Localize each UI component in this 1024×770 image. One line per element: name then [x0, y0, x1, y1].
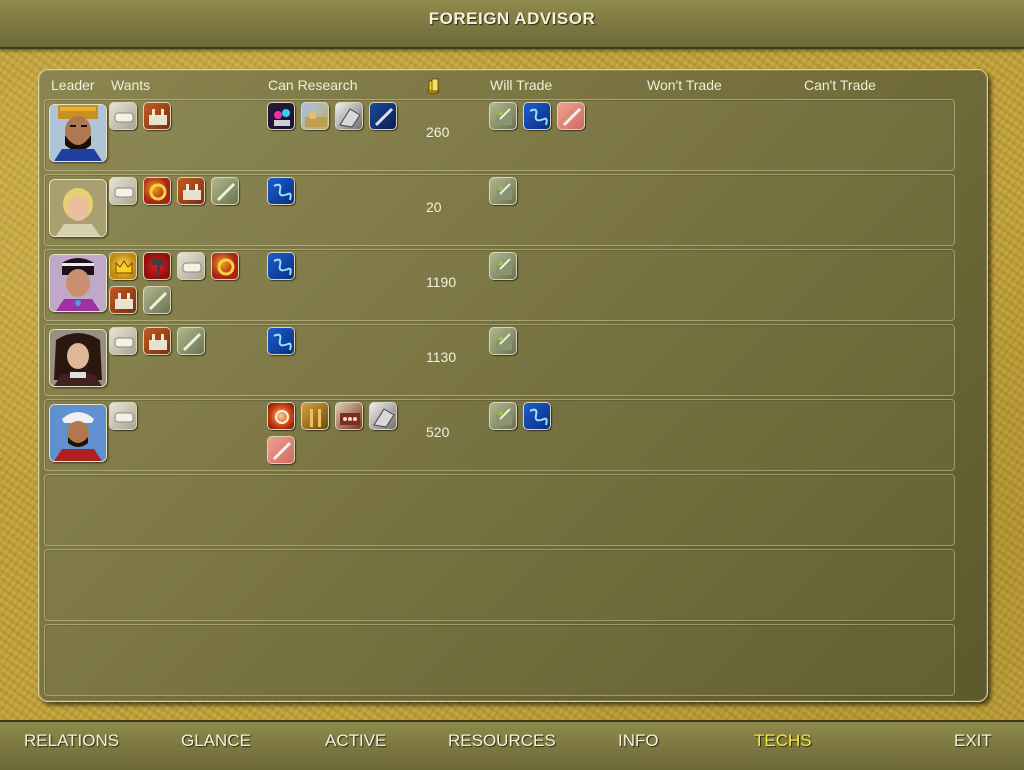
electricity-icon[interactable]: [267, 252, 295, 280]
nav-techs[interactable]: TECHS: [754, 731, 812, 751]
pottery-icon[interactable]: [489, 177, 517, 205]
foreign-advisor-panel: Leader Wants Can Research Will Trade Won…: [38, 69, 988, 702]
arab-leader-portrait[interactable]: [49, 404, 107, 462]
writing-icon[interactable]: [109, 102, 137, 130]
masonry-icon[interactable]: [143, 252, 171, 280]
writing-icon[interactable]: [109, 327, 137, 355]
civ-row[interactable]: 260: [44, 99, 955, 171]
electricity-icon[interactable]: [523, 402, 551, 430]
gold-amount: 1190: [426, 274, 457, 290]
title-bar: FOREIGN ADVISOR: [0, 0, 1024, 49]
mathematics-icon[interactable]: [369, 102, 397, 130]
writing-icon[interactable]: [177, 252, 205, 280]
mathematics-icon[interactable]: [211, 177, 239, 205]
nav-info[interactable]: INFO: [618, 731, 659, 751]
gold-amount: 1130: [426, 349, 457, 365]
medicine-icon[interactable]: [267, 436, 295, 464]
construction-icon[interactable]: [177, 177, 205, 205]
gold-coins-icon: [426, 78, 440, 94]
header-wont-trade: Won't Trade: [647, 77, 722, 93]
gold-amount: 260: [426, 124, 450, 140]
pottery-icon[interactable]: [489, 252, 517, 280]
header-will-trade: Will Trade: [490, 77, 553, 93]
bronze-working-icon[interactable]: [143, 177, 171, 205]
iron-working-icon[interactable]: [335, 102, 363, 130]
electricity-icon[interactable]: [523, 102, 551, 130]
pottery-icon[interactable]: [489, 327, 517, 355]
monarchy-icon[interactable]: [109, 252, 137, 280]
mill-icon[interactable]: [335, 402, 363, 430]
writing-icon[interactable]: [109, 177, 137, 205]
empty-row: [44, 474, 955, 546]
nav-relations[interactable]: RELATIONS: [24, 731, 119, 751]
gold-amount: 520: [426, 424, 450, 440]
construction-icon[interactable]: [109, 286, 137, 314]
civ-row[interactable]: 520: [44, 399, 955, 471]
construction-icon[interactable]: [143, 102, 171, 130]
nav-exit[interactable]: EXIT: [954, 731, 992, 751]
pottery-icon[interactable]: [489, 102, 517, 130]
nav-active[interactable]: ACTIVE: [325, 731, 386, 751]
writing-icon[interactable]: [109, 402, 137, 430]
electricity-icon[interactable]: [267, 177, 295, 205]
construction-icon[interactable]: [143, 327, 171, 355]
bottom-nav-bar: RELATIONS GLANCE ACTIVE RESOURCES INFO T…: [0, 720, 1024, 770]
currency-icon[interactable]: [301, 102, 329, 130]
bronze-working-icon[interactable]: [211, 252, 239, 280]
philosophy-icon[interactable]: [301, 402, 329, 430]
mathematics-icon[interactable]: [143, 286, 171, 314]
philosophy-icon[interactable]: [267, 102, 295, 130]
header-wants: Wants: [111, 77, 151, 93]
header-can-research: Can Research: [268, 77, 358, 93]
empty-row: [44, 624, 955, 696]
mathematics-icon[interactable]: [177, 327, 205, 355]
electricity-icon[interactable]: [267, 327, 295, 355]
medicine-icon[interactable]: [557, 102, 585, 130]
civ-row[interactable]: 1190: [44, 249, 955, 321]
pottery-icon[interactable]: [489, 402, 517, 430]
gold-amount: 20: [426, 199, 442, 215]
persian-leader-portrait[interactable]: [49, 104, 107, 162]
header-leader: Leader: [51, 77, 95, 93]
nav-glance[interactable]: GLANCE: [181, 731, 251, 751]
greek-leader-portrait[interactable]: [49, 179, 107, 237]
screen-title: FOREIGN ADVISOR: [428, 9, 596, 28]
civ-row[interactable]: 1130: [44, 324, 955, 396]
nav-resources[interactable]: RESOURCES: [448, 731, 556, 751]
indian-leader-portrait[interactable]: [49, 254, 107, 312]
iron-working-icon[interactable]: [369, 402, 397, 430]
empty-row: [44, 549, 955, 621]
french-leader-portrait[interactable]: [49, 329, 107, 387]
civ-row[interactable]: 20: [44, 174, 955, 246]
header-cant-trade: Can't Trade: [804, 77, 876, 93]
the-wheel-icon[interactable]: [267, 402, 295, 430]
